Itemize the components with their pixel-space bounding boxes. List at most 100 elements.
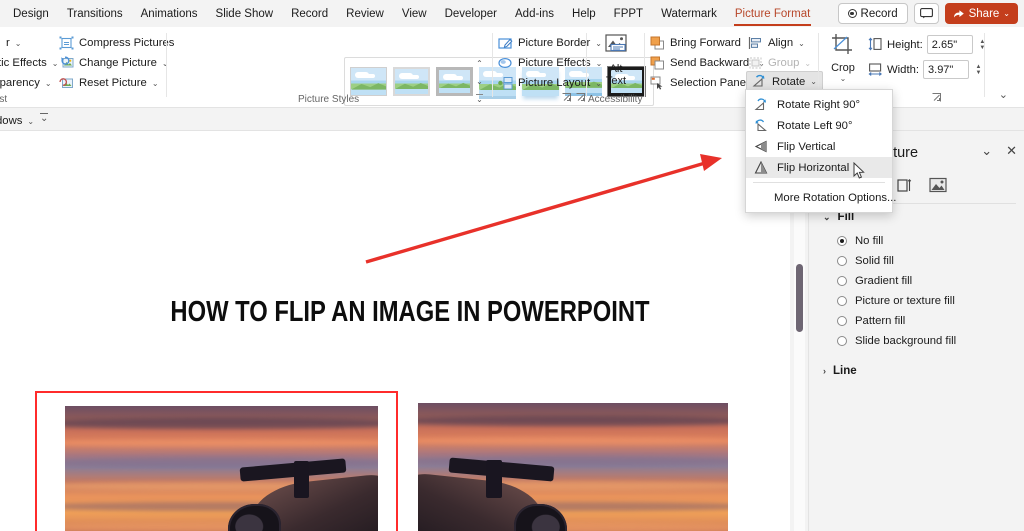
airplane-sunset-original-image[interactable] [65,406,378,531]
gallery-more-icon[interactable]: ⌄ [476,94,483,104]
tab-animations[interactable]: Animations [132,3,207,25]
fill-option-picture-or-texture-fill[interactable]: Picture or texture fill [837,295,955,307]
picture-styles-dialog-launcher[interactable] [562,93,571,105]
tab-transitions[interactable]: Transitions [58,3,132,25]
ribbon-reset-picture-button[interactable]: Reset Picture ⌄ [59,73,159,93]
panel-section-line[interactable]: › Line [823,365,857,377]
group-icon [748,56,763,71]
panel-collapse-icon[interactable]: ⌄ [981,143,992,159]
radio-pattern-fill[interactable] [837,316,847,326]
tab-review[interactable]: Review [337,3,393,25]
picture-style-thumb[interactable] [436,67,473,96]
vertical-scrollbar-thumb[interactable] [796,264,803,332]
group-separator [644,33,645,97]
width-stepper[interactable]: ▲ ▼ [973,60,984,79]
ribbon-artistic-effects-button[interactable]: tic Effects ⌄ [0,53,58,73]
ribbon-collapse-button[interactable]: ⌄ [999,88,1008,101]
windows-button[interactable]: dows ⌄ [0,111,34,131]
slide-title[interactable]: HOW TO FLIP AN IMAGE IN POWERPOINT [123,296,697,329]
picture-border-icon [498,36,513,51]
ribbon-compress-pictures-button[interactable]: Compress Pictures [59,33,174,53]
panel-close-icon[interactable]: ✕ [1006,143,1017,159]
rotate-left-icon [754,119,768,133]
crop-button[interactable]: Crop ⌄ [826,33,860,83]
fill-option-no-fill[interactable]: No fill [837,235,883,247]
tab-slide-show[interactable]: Slide Show [207,3,283,25]
fill-option-solid-fill[interactable]: Solid fill [837,255,894,267]
height-stepper[interactable]: ▲ ▼ [977,35,988,54]
comments-button[interactable] [913,3,939,24]
fill-option-gradient-fill[interactable]: Gradient fill [837,275,912,287]
chevron-down-icon: ⌄ [51,58,59,68]
tab-picture-format[interactable]: Picture Format [726,3,819,26]
color-icon [0,36,1,51]
toolbar-overflow-button[interactable]: ⌄ [40,113,49,124]
tab-add-ins[interactable]: Add-ins [506,3,563,25]
menu-item-flip-vertical[interactable]: Flip Vertical [746,136,892,157]
radio-no-fill[interactable] [837,236,847,246]
size-dialog-launcher[interactable] [932,93,941,105]
ribbon-group-accessibility: Alt Text Accessibility [576,27,642,108]
accessibility-dialog-launcher[interactable] [576,93,585,105]
align-button[interactable]: Align ⌄ [748,33,805,53]
tab-view[interactable]: View [393,3,436,25]
ribbon-group-adjust: r ⌄ tic Effects ⌄ sparency ⌄ [0,27,174,108]
rotate-dropdown-menu[interactable]: Rotate Right 90° Rotate Left 90° Flip Ve… [745,89,896,213]
menu-item-rotate-left-90-label: Rotate Left 90° [777,119,853,132]
ribbon-picture-effects-label: Picture Effects [518,57,591,69]
tab-watermark[interactable]: Watermark [652,3,726,25]
ribbon-color-label: r [6,37,10,49]
flip-horizontal-icon [754,161,768,175]
radio-slide-background-fill[interactable] [837,336,847,346]
slide-canvas[interactable]: HOW TO FLIP AN IMAGE IN POWERPOINT [0,131,790,531]
share-button[interactable]: Share ⌄ [944,3,1018,24]
ribbon-color-button[interactable]: r ⌄ [0,33,21,53]
picture-style-thumb[interactable] [393,67,430,96]
picture-style-thumb[interactable] [350,67,387,96]
fill-option-gradient-fill-label: Gradient fill [855,275,913,287]
height-value: 2.65" [931,38,958,51]
chevron-down-icon[interactable]: ⌄ [826,74,860,83]
fill-option-slide-background-fill[interactable]: Slide background fill [837,335,956,347]
gallery-scroll-controls[interactable]: ⌃ ⌄ ⌄ [473,59,486,104]
selection-pane-button[interactable]: Selection Pane [650,73,746,93]
height-input[interactable]: 2.65" [926,35,973,54]
radio-picture-or-texture-fill[interactable] [837,296,847,306]
fill-option-pattern-fill[interactable]: Pattern fill [837,315,905,327]
menu-item-flip-vertical-label: Flip Vertical [777,140,836,153]
rotate-icon [752,74,767,89]
tab-record[interactable]: Record [282,3,337,25]
group-separator [586,33,587,97]
menu-item-rotate-right-90-label: Rotate Right 90° [777,98,861,111]
gallery-scroll-down-icon[interactable]: ⌄ [476,77,483,86]
menu-item-flip-horizontal[interactable]: Flip Horizontal [746,157,892,178]
bring-forward-button[interactable]: Bring Forward ⌄ [650,33,759,53]
height-label: Height: [887,38,923,51]
ribbon-change-picture-button[interactable]: Change Picture ⌄ [59,53,169,73]
tab-design[interactable]: Design [4,3,58,25]
tab-fppt[interactable]: FPPT [605,3,652,25]
gallery-scroll-up-icon[interactable]: ⌃ [476,59,483,68]
width-icon [868,62,883,77]
ribbon-transparency-button[interactable]: sparency ⌄ [0,73,52,93]
chevron-down-icon: ⌄ [823,211,831,222]
radio-solid-fill[interactable] [837,256,847,266]
record-button[interactable]: Record [837,3,908,24]
ribbon-change-picture-label: Change Picture [79,57,157,69]
airplane-sunset-flipped-image[interactable] [418,403,728,531]
menu-item-rotate-right-90[interactable]: Rotate Right 90° [746,94,892,115]
radio-gradient-fill[interactable] [837,276,847,286]
ribbon-tab-bar: Design Transitions Animations Slide Show… [0,0,1024,27]
width-input[interactable]: 3.97" [923,60,970,79]
menu-item-more-rotation-options[interactable]: More Rotation Options... [746,187,896,208]
titlebar-actions: Record Share ⌄ [837,3,1018,24]
panel-tab-picture[interactable] [925,173,951,197]
group-separator [492,33,493,97]
height-field-row: Height: 2.65" ▲ ▼ [868,35,988,54]
menu-item-rotate-left-90[interactable]: Rotate Left 90° [746,115,892,136]
ribbon-transparency-label: sparency [0,77,40,89]
tab-developer[interactable]: Developer [436,3,506,25]
tab-help[interactable]: Help [563,3,605,25]
windows-label: dows [0,115,23,127]
alt-text-button[interactable]: Alt Text [596,33,636,87]
